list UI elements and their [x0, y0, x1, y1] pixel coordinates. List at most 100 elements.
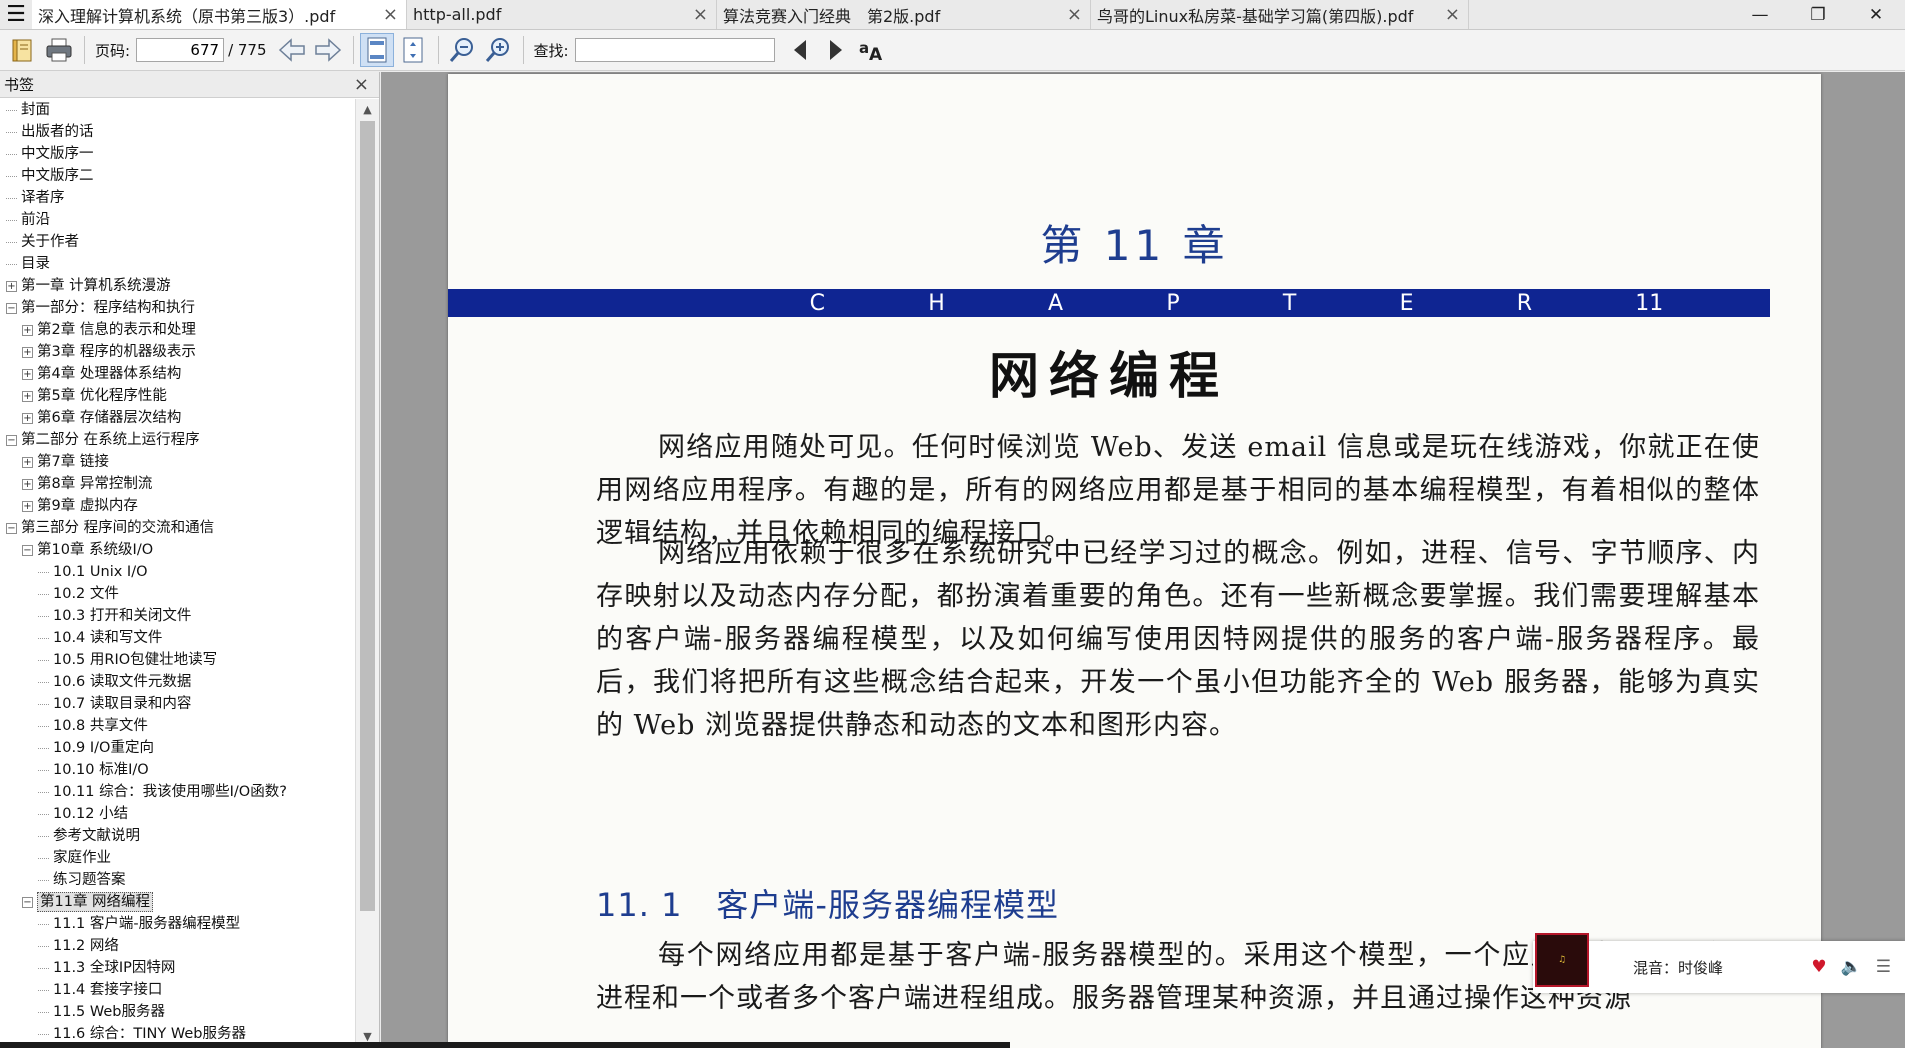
bookmark-item[interactable]: 11.2 网络: [0, 935, 354, 957]
expand-icon[interactable]: +: [22, 456, 33, 468]
collapse-icon[interactable]: −: [22, 896, 33, 908]
bookmark-item[interactable]: + 第3章 程序的机器级表示: [0, 341, 354, 363]
tree-line: [6, 197, 17, 199]
tab-algorithm[interactable]: 算法竞赛入门经典 第2版.pdf ×: [717, 0, 1091, 29]
close-icon[interactable]: ×: [354, 74, 369, 95]
bookmark-item[interactable]: 关于作者: [0, 231, 354, 253]
bookmark-item[interactable]: + 第4章 处理器体系结构: [0, 363, 354, 385]
heart-icon[interactable]: ♥: [1811, 957, 1826, 977]
bookmark-item[interactable]: 参考文献说明: [0, 825, 354, 847]
bookmark-item[interactable]: + 第9章 虚拟内存: [0, 495, 354, 517]
bookmark-item[interactable]: 10.7 读取目录和内容: [0, 693, 354, 715]
section-number: 11. 1: [596, 886, 683, 924]
expand-icon[interactable]: +: [22, 478, 33, 490]
print-button[interactable]: [42, 33, 76, 67]
fit-page-button[interactable]: [359, 33, 394, 67]
tab-csapp[interactable]: 深入理解计算机系统（原书第三版3）.pdf ×: [32, 0, 407, 29]
tab-bar-spacer: [1469, 0, 1731, 29]
expand-icon[interactable]: +: [22, 500, 33, 512]
close-icon[interactable]: ×: [1067, 4, 1082, 25]
bookmark-item[interactable]: 目录: [0, 253, 354, 275]
bookmark-item[interactable]: 练习题答案: [0, 869, 354, 891]
tree-line: [38, 1033, 49, 1035]
document-viewport[interactable]: 第 11 章 C H A P T E R 11 网络编程 网络应用随处可见。任何时候浏览 We…: [381, 72, 1905, 1048]
tab-http[interactable]: http-all.pdf ×: [407, 0, 717, 29]
expand-icon[interactable]: +: [22, 412, 33, 424]
bookmark-item[interactable]: − 第一部分：程序结构和执行: [0, 297, 354, 319]
close-icon[interactable]: ×: [383, 4, 398, 25]
close-icon[interactable]: ×: [693, 4, 708, 25]
window-close-icon[interactable]: ✕: [1847, 5, 1905, 25]
match-case-button[interactable]: a A: [855, 33, 889, 67]
hamburger-menu-icon[interactable]: ☰: [0, 0, 32, 29]
bookmark-item[interactable]: + 第8章 异常控制流: [0, 473, 354, 495]
find-previous-button[interactable]: [783, 33, 817, 67]
bookmark-item[interactable]: 中文版序一: [0, 143, 354, 165]
expand-icon[interactable]: +: [22, 390, 33, 402]
bookmark-item[interactable]: 10.9 I/O重定向: [0, 737, 354, 759]
bookmark-item[interactable]: 11.4 套接字接口: [0, 979, 354, 1001]
bookmark-item[interactable]: 10.8 共享文件: [0, 715, 354, 737]
bookmark-item[interactable]: 10.10 标准I/O: [0, 759, 354, 781]
bookmark-item[interactable]: − 第10章 系统级I/O: [0, 539, 354, 561]
find-input[interactable]: [574, 38, 775, 62]
bookmark-item[interactable]: 10.6 读取文件元数据: [0, 671, 354, 693]
bookmark-item[interactable]: 11.3 全球IP因特网: [0, 957, 354, 979]
bookmark-item[interactable]: − 第11章 网络编程: [0, 891, 354, 913]
bookmark-item[interactable]: + 第6章 存储器层次结构: [0, 407, 354, 429]
expand-icon[interactable]: +: [22, 368, 33, 380]
bookmark-item[interactable]: 出版者的话: [0, 121, 354, 143]
expand-icon[interactable]: +: [22, 346, 33, 358]
minimize-icon[interactable]: —: [1731, 5, 1789, 25]
tree-line: [38, 813, 49, 815]
bookmark-item[interactable]: + 第5章 优化程序性能: [0, 385, 354, 407]
playlist-icon[interactable]: ☰: [1876, 957, 1891, 977]
expand-icon[interactable]: +: [6, 280, 17, 292]
collapse-icon[interactable]: −: [22, 544, 33, 556]
scroll-thumb[interactable]: [360, 121, 375, 911]
collapse-icon[interactable]: −: [6, 434, 17, 446]
page-number-input[interactable]: [136, 38, 225, 62]
bookmark-label: 第一部分：程序结构和执行: [21, 300, 195, 316]
next-page-button[interactable]: [311, 33, 345, 67]
collapse-icon[interactable]: −: [6, 302, 17, 314]
bookmark-item[interactable]: 10.12 小结: [0, 803, 354, 825]
bookmark-item[interactable]: 前沿: [0, 209, 354, 231]
collapse-icon[interactable]: −: [6, 522, 17, 534]
tree-line: [38, 637, 49, 639]
bookmark-label: 10.9 I/O重定向: [53, 740, 154, 756]
zoom-in-button[interactable]: [481, 33, 515, 67]
restore-icon[interactable]: ❐: [1789, 5, 1847, 25]
bookmark-item[interactable]: + 第一章 计算机系统漫游: [0, 275, 354, 297]
close-icon[interactable]: ×: [1445, 4, 1460, 25]
bookmark-item[interactable]: 10.11 综合：我该使用哪些I/O函数?: [0, 781, 354, 803]
bookmark-item[interactable]: 家庭作业: [0, 847, 354, 869]
bookmark-item[interactable]: − 第二部分 在系统上运行程序: [0, 429, 354, 451]
bookmark-item[interactable]: 11.1 客户端-服务器编程模型: [0, 913, 354, 935]
bookmark-item[interactable]: + 第2章 信息的表示和处理: [0, 319, 354, 341]
bookmark-item[interactable]: 10.2 文件: [0, 583, 354, 605]
scroll-up-icon[interactable]: ▲: [356, 99, 379, 121]
bookmark-item[interactable]: + 第7章 链接: [0, 451, 354, 473]
bookmark-item[interactable]: 译者序: [0, 187, 354, 209]
bookmark-item[interactable]: 11.5 Web服务器: [0, 1001, 354, 1023]
bookmark-item[interactable]: 封面: [0, 99, 354, 121]
bookmark-scrollbar[interactable]: ▲ ▼: [355, 99, 379, 1048]
bookmark-item[interactable]: 10.3 打开和关闭文件: [0, 605, 354, 627]
bookmark-item[interactable]: − 第三部分 程序间的交流和通信: [0, 517, 354, 539]
page-label: 页码:: [95, 41, 131, 60]
bookmark-item[interactable]: 10.5 用RIO包健壮地读写: [0, 649, 354, 671]
find-next-button[interactable]: [819, 33, 853, 67]
zoom-out-button[interactable]: [445, 33, 479, 67]
fit-width-button[interactable]: [396, 33, 430, 67]
bookmark-item[interactable]: 10.4 读和写文件: [0, 627, 354, 649]
bookmarks-toggle-button[interactable]: [6, 33, 40, 67]
album-cover[interactable]: ♫: [1535, 933, 1589, 987]
tab-linux[interactable]: 鸟哥的Linux私房菜-基础学习篇(第四版).pdf ×: [1091, 0, 1469, 29]
volume-icon[interactable]: 🔈: [1841, 957, 1862, 977]
previous-page-button[interactable]: [275, 33, 309, 67]
bookmark-item[interactable]: 10.1 Unix I/O: [0, 561, 354, 583]
expand-icon[interactable]: +: [22, 324, 33, 336]
music-player-popup[interactable]: ♫ 混音：时俊峰 ♥ 🔈 ☰: [1533, 933, 1905, 993]
bookmark-item[interactable]: 中文版序二: [0, 165, 354, 187]
